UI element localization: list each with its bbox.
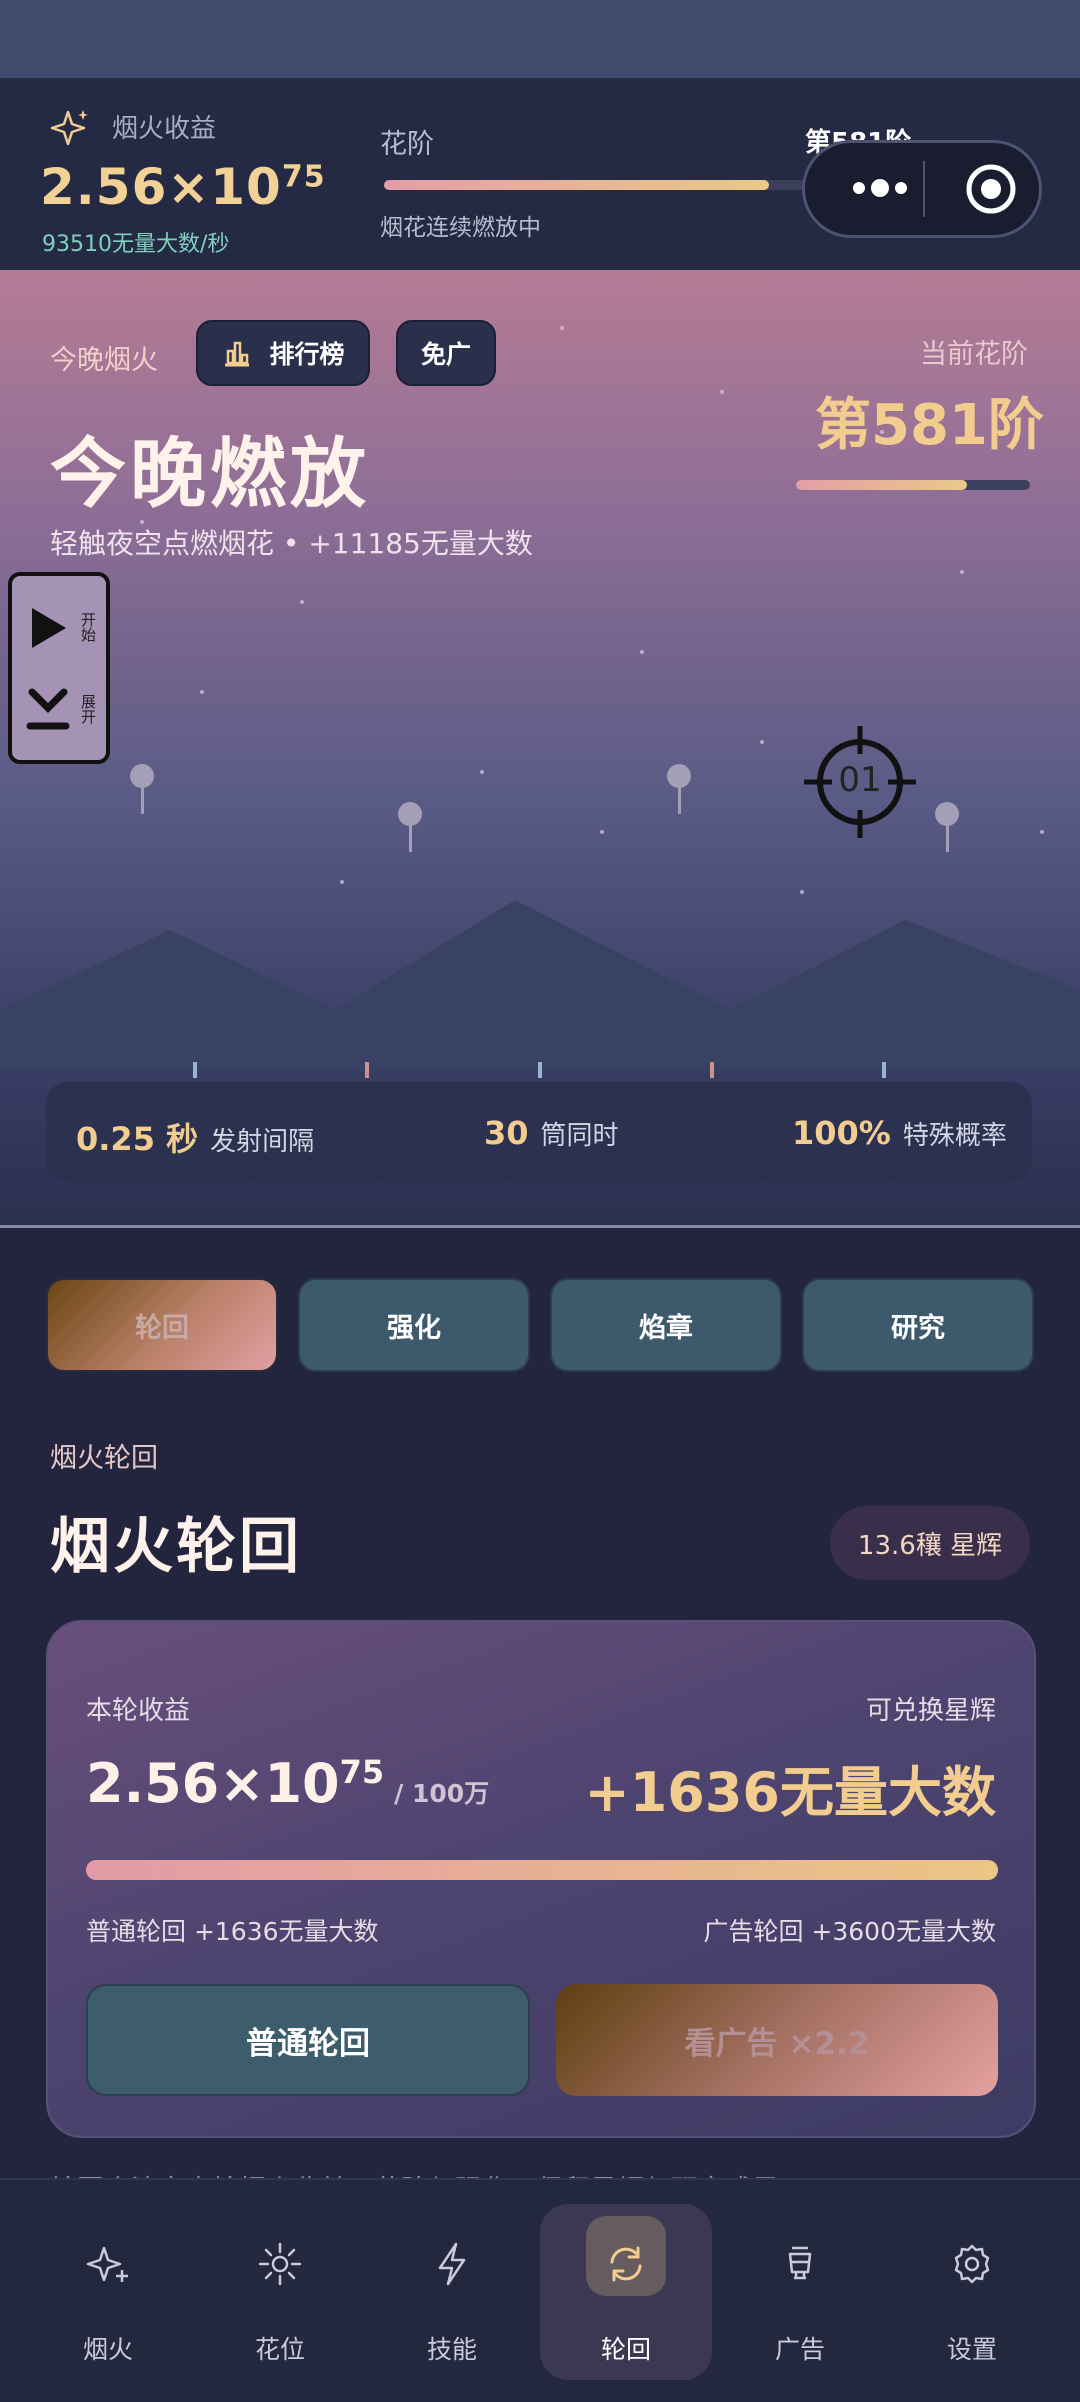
current-tier-fill bbox=[796, 480, 967, 490]
section-kicker: 烟火轮回 bbox=[50, 1443, 158, 1474]
lamp-stem bbox=[678, 786, 681, 814]
launch-tube bbox=[193, 1062, 197, 1078]
mountain-silhouette bbox=[0, 900, 1080, 1070]
lamp-bulb bbox=[398, 802, 422, 826]
crosshair-label: 01 bbox=[838, 760, 882, 800]
nav-label: 花位 bbox=[254, 2335, 305, 2364]
bottom-navigation: 烟火 花位 技能 轮回 广告 设置 bbox=[0, 2178, 1080, 2402]
nav-label: 设置 bbox=[946, 2335, 997, 2364]
ad-rebirth-note: 广告轮回 +3600无量大数 bbox=[703, 1917, 996, 1946]
gear-icon bbox=[954, 2244, 990, 2284]
income-label: 烟火收益 bbox=[112, 114, 217, 144]
income-rate: 93510无量大数/秒 bbox=[42, 232, 230, 257]
tier-status: 烟花连续燃放中 bbox=[380, 215, 541, 241]
tab-research[interactable]: 研究 bbox=[802, 1278, 1034, 1372]
lamp-stem bbox=[946, 824, 949, 852]
normal-rebirth-note: 普通轮回 +1636无量大数 bbox=[86, 1917, 379, 1946]
lamp-stem bbox=[409, 824, 412, 852]
top-header: 烟火收益 2.56×1075 93510无量大数/秒 花阶 烟花连续燃放中 第5… bbox=[0, 78, 1080, 270]
leaderboard-button[interactable]: 排行榜 bbox=[196, 320, 370, 386]
nav-fireworks[interactable]: 烟火 bbox=[22, 2180, 194, 2402]
current-tier-value: 第581阶 bbox=[815, 393, 1044, 458]
lamp-bulb bbox=[130, 764, 154, 788]
lightning-icon bbox=[438, 2242, 466, 2286]
round-income-label: 本轮收益 bbox=[86, 1696, 191, 1726]
exchange-reward-value: +1636无量大数 bbox=[584, 1761, 996, 1824]
rebirth-progress-bar bbox=[86, 1860, 998, 1880]
stat-interval: 0.25 秒发射间隔 bbox=[76, 1120, 315, 1158]
ad-rebirth-button[interactable]: 看广告 ×2.2 bbox=[556, 1984, 998, 2096]
play-icon[interactable] bbox=[26, 604, 70, 652]
side-control-panel: 开始 展开 bbox=[8, 572, 110, 764]
nav-label: 烟火 bbox=[82, 2335, 133, 2364]
section-title: 烟火轮回 bbox=[50, 1512, 302, 1582]
stat-special-rate: 100% 特殊概率 bbox=[792, 1114, 1007, 1152]
sun-icon bbox=[258, 2242, 302, 2286]
expand-label: 展开 bbox=[79, 694, 97, 724]
nav-rebirth[interactable]: 轮回 bbox=[540, 2180, 712, 2402]
sparkle-icon bbox=[50, 110, 88, 146]
nav-ads[interactable]: 广告 bbox=[714, 2180, 886, 2402]
normal-rebirth-button[interactable]: 普通轮回 bbox=[86, 1984, 530, 2096]
status-bar bbox=[0, 0, 1080, 78]
launch-tube bbox=[538, 1062, 542, 1078]
current-tier-label: 当前花阶 bbox=[920, 339, 1028, 370]
lamp-bulb bbox=[935, 802, 959, 826]
nav-label: 轮回 bbox=[600, 2335, 651, 2364]
lamp-bulb bbox=[667, 764, 691, 788]
launch-tube bbox=[710, 1062, 714, 1078]
sparkle-icon bbox=[86, 2246, 128, 2282]
close-target-icon[interactable] bbox=[963, 161, 1019, 217]
launch-stats-panel: 0.25 秒发射间隔 30 筒同时 100% 特殊概率 bbox=[46, 1082, 1032, 1182]
hero-divider bbox=[0, 1225, 1080, 1228]
nav-label: 广告 bbox=[774, 2335, 825, 2364]
tab-enhance[interactable]: 强化 bbox=[298, 1278, 530, 1372]
income-value: 2.56×1075 bbox=[40, 158, 326, 216]
hero-kicker: 今晚烟火 bbox=[50, 345, 158, 376]
round-income-value: 2.56×1075/ 100万 bbox=[86, 1752, 490, 1815]
no-ads-button[interactable]: 免广 bbox=[396, 320, 496, 386]
no-ads-label: 免广 bbox=[420, 340, 471, 369]
mini-program-capsule bbox=[802, 140, 1042, 238]
hero-title: 今晚燃放 bbox=[50, 429, 370, 518]
nav-skills[interactable]: 技能 bbox=[366, 2180, 538, 2402]
bar-chart-icon bbox=[225, 341, 250, 367]
hero-subtitle: 轻触夜空点燃烟花 • +11185无量大数 bbox=[50, 527, 533, 560]
more-icon[interactable] bbox=[835, 173, 925, 203]
tab-badges[interactable]: 焰章 bbox=[550, 1278, 782, 1372]
lantern-icon bbox=[788, 2246, 812, 2280]
capsule-divider bbox=[923, 161, 925, 217]
starlight-badge: 13.6穰 星辉 bbox=[830, 1506, 1030, 1580]
collapse-down-icon[interactable] bbox=[26, 686, 70, 734]
target-crosshair[interactable]: 01 bbox=[804, 726, 916, 838]
nav-label: 技能 bbox=[426, 2335, 477, 2364]
lamp-stem bbox=[141, 786, 144, 814]
hero-sky[interactable]: 今晚烟火 排行榜 免广 今晚燃放 轻触夜空点燃烟花 • +11185无量大数 当… bbox=[0, 270, 1080, 1225]
tier-label: 花阶 bbox=[380, 129, 434, 160]
launch-tube bbox=[882, 1062, 886, 1078]
start-label: 开始 bbox=[79, 612, 97, 642]
tier-progress-fill bbox=[384, 180, 769, 190]
leaderboard-label: 排行榜 bbox=[269, 340, 345, 369]
rebirth-card: 本轮收益 可兑换星辉 2.56×1075/ 100万 +1636无量大数 普通轮… bbox=[46, 1620, 1036, 2138]
nav-flower-slots[interactable]: 花位 bbox=[194, 2180, 366, 2402]
launch-tube bbox=[365, 1062, 369, 1078]
stat-tubes: 30 筒同时 bbox=[484, 1114, 619, 1152]
tab-rebirth[interactable]: 轮回 bbox=[46, 1278, 278, 1372]
nav-settings[interactable]: 设置 bbox=[886, 2180, 1058, 2402]
refresh-icon bbox=[610, 2246, 642, 2282]
exchange-label: 可兑换星辉 bbox=[865, 1696, 996, 1726]
